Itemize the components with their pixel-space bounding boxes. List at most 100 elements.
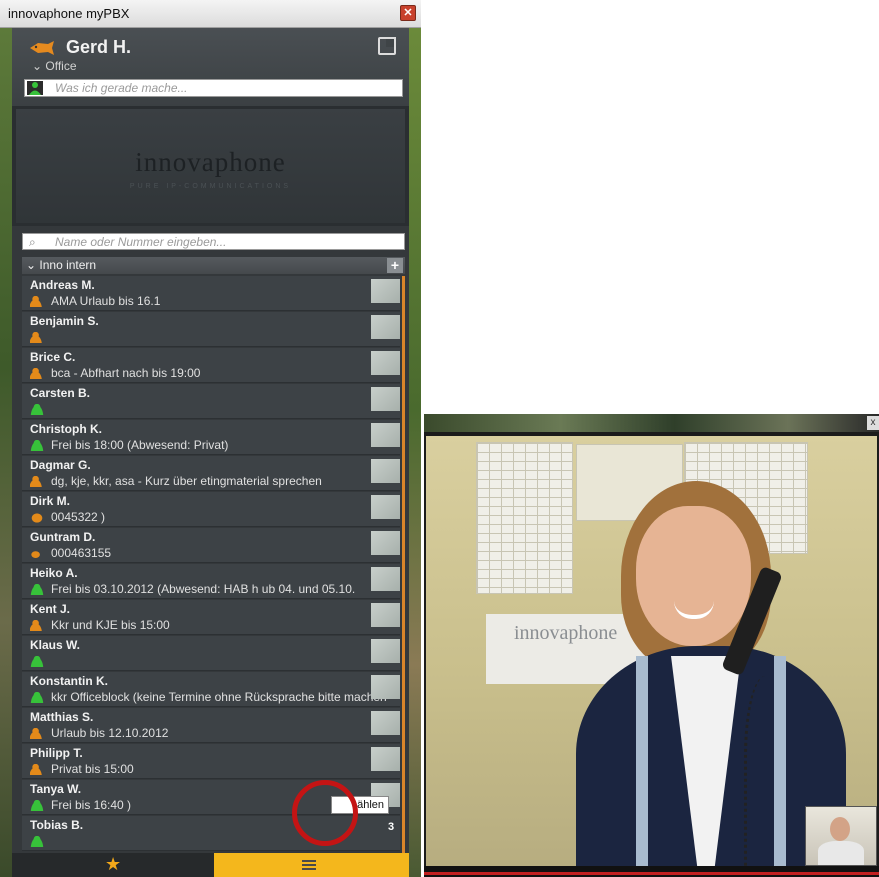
- video-window-titlebar[interactable]: [424, 414, 879, 432]
- location-dropdown[interactable]: ⌄ Office: [32, 59, 77, 73]
- status-note-input[interactable]: [55, 80, 395, 96]
- contact-row[interactable]: Guntram D. 000463155: [22, 528, 400, 563]
- group-header[interactable]: ⌄ Inno intern +: [22, 257, 405, 274]
- contact-name: Konstantin K.: [30, 674, 108, 688]
- contact-name: Heiko A.: [30, 566, 78, 580]
- user-name: Gerd H.: [66, 37, 132, 57]
- remote-video: innovaphone: [426, 436, 877, 866]
- contact-note: Urlaub bis 12.10.2012: [51, 726, 169, 740]
- away-status-icon: [30, 764, 44, 775]
- search-input[interactable]: [55, 234, 395, 249]
- away-status-icon: [30, 296, 44, 307]
- contact-row[interactable]: Dirk M. 0045322 ): [22, 492, 400, 527]
- window-titlebar[interactable]: innovaphone myPBX ✕: [0, 0, 421, 28]
- contact-avatar: [371, 711, 400, 735]
- brand-tagline: PURE IP-COMMUNICATIONS: [129, 183, 292, 190]
- contact-avatar: [371, 315, 400, 339]
- contact-name: Matthias S.: [30, 710, 94, 724]
- contact-avatar: [371, 603, 400, 627]
- brand-banner: innovaphone PURE IP-COMMUNICATIONS: [12, 106, 409, 226]
- tab-contacts[interactable]: [214, 853, 409, 877]
- mypbx-window: innovaphone myPBX ✕ Gerd H. ⌄ Office inn…: [0, 0, 421, 877]
- contact-name: Benjamin S.: [30, 314, 99, 328]
- highlight-circle: [292, 780, 358, 846]
- star-icon: ★: [105, 854, 122, 874]
- self-view-video[interactable]: [805, 806, 877, 866]
- external-window-icon[interactable]: [378, 37, 396, 55]
- contact-avatar: [371, 459, 400, 483]
- contact-avatar: [371, 423, 400, 447]
- presence-person-icon[interactable]: [27, 81, 43, 95]
- contact-avatar: [371, 495, 400, 519]
- contact-avatar: [371, 567, 400, 591]
- contact-name: Guntram D.: [30, 530, 96, 544]
- contact-row[interactable]: Andreas M. AMA Urlaub bis 16.1: [22, 276, 400, 311]
- contact-row[interactable]: Matthias S. Urlaub bis 12.10.2012: [22, 708, 400, 743]
- away-status-icon: [30, 620, 44, 631]
- contact-row[interactable]: Klaus W.: [22, 636, 400, 671]
- contact-note: Frei bis 03.10.2012 (Abwesend: HAB h ub …: [51, 582, 356, 596]
- contact-row[interactable]: Dagmar G. dg, kje, kkr, asa - Kurz über …: [22, 456, 400, 491]
- tab-favorites[interactable]: ★: [12, 853, 214, 877]
- video-call-window: x innovaphone: [424, 414, 879, 877]
- contact-note: Kkr und KJE bis 15:00: [51, 618, 170, 632]
- bottom-tab-bar: ★: [12, 853, 409, 877]
- available-status-icon: [30, 584, 44, 595]
- scrollbar[interactable]: [402, 276, 405, 854]
- desktop-background-left: [0, 28, 12, 877]
- contact-row[interactable]: Benjamin S.: [22, 312, 400, 347]
- contact-name: Carsten B.: [30, 386, 91, 400]
- contact-row[interactable]: Kent J. Kkr und KJE bis 15:00: [22, 600, 400, 635]
- list-icon: [302, 860, 316, 871]
- contact-row[interactable]: Heiko A. Frei bis 03.10.2012 (Abwesend: …: [22, 564, 400, 599]
- contact-avatar: [371, 639, 400, 663]
- phone-cord: [744, 676, 797, 866]
- contact-row[interactable]: Konstantin K. kkr Officeblock (keine Ter…: [22, 672, 400, 707]
- contact-row[interactable]: Philipp T. Privat bis 15:00: [22, 744, 400, 779]
- away-status-icon: [30, 332, 44, 343]
- contact-note: AMA Urlaub bis 16.1: [51, 294, 161, 308]
- caller-face: [636, 506, 751, 646]
- contact-note: 000463155: [51, 546, 112, 560]
- add-contact-button[interactable]: +: [387, 258, 403, 273]
- contact-row[interactable]: Christoph K. Frei bis 18:00 (Abwesend: P…: [22, 420, 400, 455]
- available-status-icon: [30, 800, 44, 811]
- video-bottom-edge: [424, 872, 879, 875]
- close-button[interactable]: ✕: [400, 5, 416, 21]
- contact-avatar: [371, 747, 400, 771]
- contact-note: 0045322 ): [51, 510, 106, 524]
- contact-name: Klaus W.: [30, 638, 81, 652]
- contact-note: dg, kje, kkr, asa - Kurz über etingmater…: [51, 474, 322, 488]
- available-status-icon: [30, 440, 44, 451]
- contact-row[interactable]: Carsten B.: [22, 384, 400, 419]
- brand-logo-text: innovaphone: [135, 147, 286, 177]
- contact-search[interactable]: ⌕: [22, 233, 405, 250]
- group-name: Inno intern: [39, 258, 97, 272]
- available-status-icon: [30, 404, 44, 415]
- contact-name: Dagmar G.: [30, 458, 91, 472]
- contact-note: Frei bis 18:00 (Abwesend: Privat): [51, 438, 229, 452]
- contact-note: kkr Officeblock (keine Termine ohne Rück…: [51, 690, 387, 704]
- contact-name: Kent J.: [30, 602, 71, 616]
- contact-note: bca - Abfhart nach bis 19:00: [51, 366, 201, 380]
- user-header: Gerd H. ⌄ Office: [12, 28, 409, 106]
- location-label: Office: [45, 59, 77, 73]
- away-status-icon: [30, 728, 44, 739]
- contact-name: Philipp T.: [30, 746, 83, 760]
- mypbx-panel: Gerd H. ⌄ Office innovaphone PURE IP-COM…: [12, 28, 409, 877]
- search-icon: ⌕: [29, 235, 36, 249]
- contact-name: Tanya W.: [30, 782, 82, 796]
- contact-note: Frei bis 16:40 ): [51, 798, 132, 812]
- phone-icon: [30, 548, 44, 559]
- contact-name: Christoph K.: [30, 422, 102, 436]
- video-close-button[interactable]: x: [867, 416, 879, 430]
- contact-avatar: [371, 387, 400, 411]
- count-badge: 3: [388, 821, 395, 833]
- contact-avatar: [371, 279, 400, 303]
- group-label: ⌄ Inno intern: [26, 258, 97, 272]
- bell-icon: [30, 512, 44, 523]
- innovaphone-fish-logo-icon: [30, 41, 54, 55]
- presence-status-field[interactable]: [24, 79, 403, 97]
- contact-row[interactable]: Brice C. bca - Abfhart nach bis 19:00: [22, 348, 400, 383]
- self-view-head: [830, 817, 850, 841]
